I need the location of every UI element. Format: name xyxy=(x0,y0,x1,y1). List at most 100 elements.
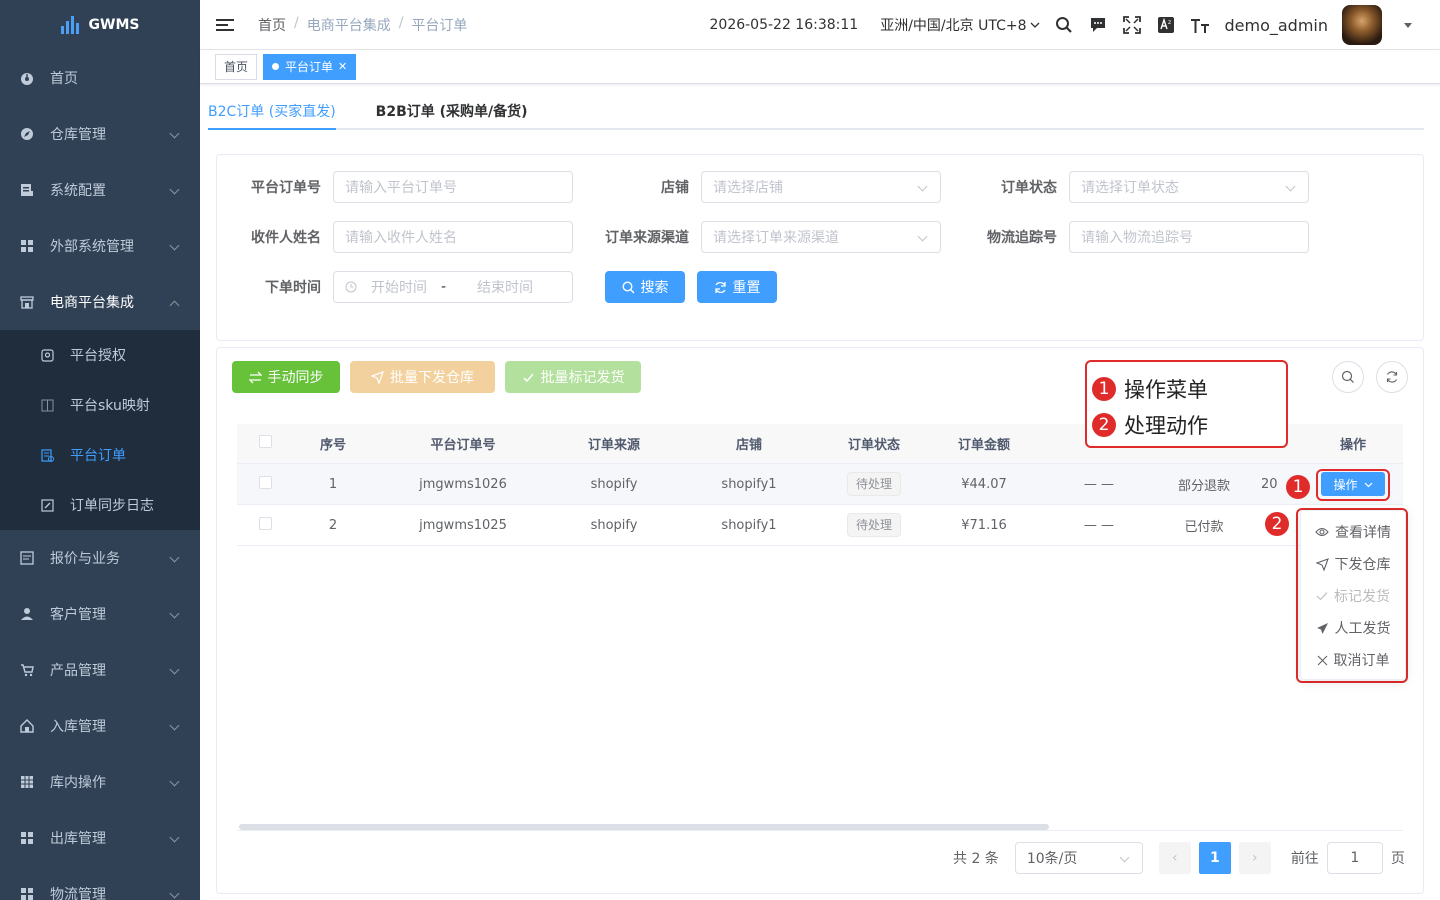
quote-icon xyxy=(20,551,34,565)
start-time[interactable]: 开始时间 xyxy=(371,277,441,297)
menu-item-logistics[interactable]: 物流管理 xyxy=(0,866,200,900)
filter-time: 下单时间 开始时间 - 结束时间 xyxy=(228,271,573,303)
range-separator: - xyxy=(441,279,447,295)
submenu-label: 平台授权 xyxy=(70,348,126,364)
tab-b2c[interactable]: B2C订单 (买家直发) xyxy=(208,96,336,130)
sidebar-item-platform-orders[interactable]: 平台订单 xyxy=(0,430,200,480)
breadcrumb-ecommerce[interactable]: 电商平台集成 xyxy=(307,15,391,35)
annotation-line-1: 1 操作菜单 xyxy=(1092,374,1208,404)
font-size-icon[interactable] xyxy=(1190,15,1210,35)
menu-label: 系统配置 xyxy=(50,183,106,199)
menu-item-view-detail[interactable]: 查看详情 xyxy=(1301,516,1405,548)
message-icon[interactable] xyxy=(1088,15,1108,35)
select-all-checkbox[interactable] xyxy=(258,435,272,448)
toggle-search-button[interactable] xyxy=(1332,361,1364,393)
menu-item-external-system[interactable]: 外部系统管理 xyxy=(0,218,200,274)
page-number[interactable]: 1 xyxy=(1198,842,1231,874)
order-icon xyxy=(40,448,54,462)
batch-mark-shipped-button[interactable]: 批量标记发货 xyxy=(505,361,641,393)
status-select[interactable]: 请选择订单状态 xyxy=(1069,171,1309,203)
filter-shop: 店铺 请选择店铺 xyxy=(596,171,941,203)
column-header: 订单金额 xyxy=(957,438,1010,453)
menu-item-outbound[interactable]: 出库管理 xyxy=(0,810,200,866)
end-time[interactable]: 结束时间 xyxy=(477,277,533,297)
menu-item-cancel-order[interactable]: 取消订单 xyxy=(1301,644,1405,676)
menu-item-send-warehouse[interactable]: 下发仓库 xyxy=(1301,548,1405,580)
row-checkbox-cell xyxy=(237,475,293,493)
menu-item-mark-shipped[interactable]: 标记发货 xyxy=(1301,580,1405,612)
breadcrumb-home[interactable]: 首页 xyxy=(258,15,286,35)
tag-home[interactable]: 首页 xyxy=(215,53,258,80)
server-icon xyxy=(20,183,34,197)
sidebar-item-sync-log[interactable]: 订单同步日志 xyxy=(0,480,200,530)
tracking-input[interactable]: 请输入物流追踪号 xyxy=(1069,221,1309,253)
channel-select[interactable]: 请选择订单来源渠道 xyxy=(701,221,941,253)
close-icon[interactable]: ✕ xyxy=(338,60,347,73)
menu-item-system-config[interactable]: 系统配置 xyxy=(0,162,200,218)
menu-item-customers[interactable]: 客户管理 xyxy=(0,586,200,642)
menu-item-manual-ship[interactable]: 人工发货 xyxy=(1301,612,1405,644)
status-placeholder: 请选择订单状态 xyxy=(1081,180,1179,196)
order-time-range[interactable]: 开始时间 - 结束时间 xyxy=(333,271,573,303)
filter-label: 订单来源渠道 xyxy=(605,230,689,246)
page-unit: 页 xyxy=(1390,851,1405,867)
refresh-icon xyxy=(1386,371,1398,383)
caret-down-icon[interactable] xyxy=(1404,22,1412,28)
row-checkbox-cell xyxy=(237,516,293,534)
page-size-value: 10条/页 xyxy=(1026,851,1078,867)
username[interactable]: demo_admin xyxy=(1224,16,1328,35)
cell-order-no: jmgwms1026 xyxy=(419,476,507,492)
table-row[interactable]: 2 jmgwms1025 shopify shopify1 待处理 ¥71.16… xyxy=(237,505,1403,546)
menu-item-warehouse[interactable]: 仓库管理 xyxy=(0,106,200,162)
row-checkbox[interactable] xyxy=(258,475,272,489)
chevron-down-icon xyxy=(169,888,180,899)
avatar[interactable] xyxy=(1342,5,1382,45)
submenu-label: 平台sku映射 xyxy=(70,398,150,414)
language-icon[interactable]: z xyxy=(1156,15,1176,35)
fullscreen-icon[interactable] xyxy=(1122,15,1142,35)
annotation-badge-1: 1 xyxy=(1286,475,1310,499)
menu-item-label: 查看详情 xyxy=(1335,525,1391,541)
next-page-button[interactable]: › xyxy=(1238,842,1271,874)
menu-item-quote[interactable]: 报价与业务 xyxy=(0,530,200,586)
submenu-label: 订单同步日志 xyxy=(70,498,154,514)
search-icon[interactable] xyxy=(1054,15,1074,35)
mapping-icon xyxy=(40,398,54,412)
prev-page-button[interactable]: ‹ xyxy=(1158,842,1191,874)
tags-view: 首页 平台订单 ✕ xyxy=(200,50,1440,84)
goto-page-input[interactable]: 1 xyxy=(1326,842,1383,874)
reset-button[interactable]: 重置 xyxy=(697,271,777,303)
horizontal-scrollbar[interactable] xyxy=(239,824,1049,830)
manual-sync-button[interactable]: 手动同步 xyxy=(232,361,340,393)
refresh-button[interactable] xyxy=(1376,361,1408,393)
menu-item-products[interactable]: 产品管理 xyxy=(0,642,200,698)
logo[interactable]: GWMS xyxy=(0,0,200,50)
table-row[interactable]: 1 jmgwms1026 shopify shopify1 待处理 ¥44.07… xyxy=(237,464,1403,505)
status-badge: 待处理 xyxy=(846,513,901,537)
send-icon xyxy=(1315,557,1329,571)
search-form: 平台订单号 请输入平台订单号 店铺 请选择店铺 订单状态 请选择订单状态 收件人… xyxy=(216,154,1424,341)
tag-platform-orders[interactable]: 平台订单 ✕ xyxy=(263,53,357,80)
menu-item-ecommerce[interactable]: 电商平台集成 xyxy=(0,274,200,330)
timezone-select[interactable]: 亚洲/中国/北京 UTC+8 xyxy=(880,15,1040,35)
menu-item-home[interactable]: 首页 xyxy=(0,50,200,106)
row-checkbox[interactable] xyxy=(258,516,272,530)
channel-placeholder: 请选择订单来源渠道 xyxy=(713,230,839,246)
search-button[interactable]: 搜索 xyxy=(605,271,685,303)
hamburger-icon[interactable] xyxy=(216,18,234,31)
receiver-input[interactable]: 请输入收件人姓名 xyxy=(333,221,573,253)
shop-select[interactable]: 请选择店铺 xyxy=(701,171,941,203)
search-label: 搜索 xyxy=(640,280,669,296)
grid-icon xyxy=(20,831,34,845)
column-header: 订单来源 xyxy=(587,438,640,453)
page-size-select[interactable]: 10条/页 xyxy=(1014,842,1143,874)
batch-send-warehouse-button[interactable]: 批量下发仓库 xyxy=(350,361,495,393)
menu-item-inbound[interactable]: 入库管理 xyxy=(0,698,200,754)
menu-item-inventory[interactable]: 库内操作 xyxy=(0,754,200,810)
sidebar-item-sku-mapping[interactable]: 平台sku映射 xyxy=(0,380,200,430)
submenu-label: 平台订单 xyxy=(70,448,126,464)
sidebar-item-platform-auth[interactable]: 平台授权 xyxy=(0,330,200,380)
tab-b2b[interactable]: B2B订单 (采购单/备货) xyxy=(376,96,528,130)
order-no-input[interactable]: 请输入平台订单号 xyxy=(333,171,573,203)
cell-shop: shopify1 xyxy=(721,476,777,492)
